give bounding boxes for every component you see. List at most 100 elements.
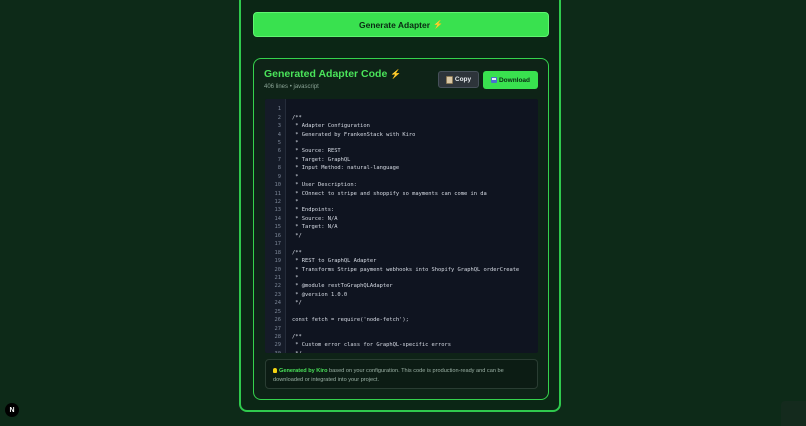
panel-title-text: Generated Adapter Code [264,68,388,80]
code-meta: 406 lines • javascript [264,84,319,90]
code-line: 24 */ [265,299,538,307]
line-number: 10 [274,182,282,189]
line-text: * Source: REST [292,148,341,155]
line-number: 25 [274,308,282,315]
code-line: 1 [265,105,538,113]
line-text: /** [292,114,302,121]
line-text: * COnnect to stripe and shoppify so maym… [292,190,487,197]
line-text: /** [292,334,302,341]
line-text: * Endpoints: [292,207,335,214]
bolt-icon: ⚡ [433,20,443,29]
line-text: * Generated by FrankenStack with Kiro [292,131,416,138]
line-number: 19 [274,258,282,265]
line-text: * Source: N/A [292,215,338,222]
line-number: 6 [277,148,281,155]
code-line: 15 * Target: N/A [265,223,538,231]
line-text: */ [292,351,302,353]
line-number: 30 [265,351,282,353]
line-text: */ [292,300,302,307]
code-line: 3 * Adapter Configuration [265,122,538,130]
line-number: 2 [277,114,281,121]
line-number: 27 [274,325,282,332]
note-text-2: downloaded or integrated into your proje… [273,376,380,383]
line-number: 24 [274,300,282,307]
lightbulb-icon [273,368,277,374]
code-line: 5 * [265,139,538,147]
line-number: 21 [274,274,282,281]
floppy-disk-icon [490,77,497,83]
line-text: * Target: N/A [292,224,338,231]
code-line: 23 * @version 1.0.0 [265,291,538,299]
line-number: 26 [274,317,282,324]
code-language: javascript [293,84,319,90]
generate-adapter-button[interactable]: Generate Adapter ⚡ [253,12,549,37]
line-number: 15 [274,224,282,231]
meta-separator: • [289,84,292,90]
code-line: 13 * Endpoints: [265,206,538,214]
line-text: * @module restToGraphQLAdapter [292,283,393,290]
code-line: 2 /** [265,113,538,121]
code-line: 28 /** [265,333,538,341]
line-number: 23 [274,291,282,298]
note-text-1: based on your configuration. This code i… [327,368,504,374]
code-line: 30 */ [265,350,538,353]
code-line: 6 * Source: REST [265,147,538,155]
copy-label: Copy [454,76,472,83]
generate-adapter-label: Generate Adapter [359,19,431,30]
line-number: 3 [277,123,281,130]
code-line: 10 * User Description: [265,181,538,189]
line-text: * Input Method: natural-language [292,165,400,172]
line-number: 13 [274,207,282,214]
code-line: 29 * Custom error class for GraphQL-spec… [265,341,538,349]
line-text: /** [292,249,302,256]
line-number: 1 [277,106,281,113]
line-number: 18 [274,249,282,256]
code-line: 4 * Generated by FrankenStack with Kiro [265,130,538,138]
line-number: 12 [274,199,282,206]
code-line: 14 * Source: N/A [265,215,538,223]
code-line: 11 * COnnect to stripe and shoppify so m… [265,189,538,197]
code-line: 16 */ [265,232,538,240]
line-text: const fetch = require('node-fetch'); [292,317,409,324]
line-number: 22 [274,283,282,290]
download-label: Download [498,76,531,84]
line-number: 14 [274,215,282,222]
code-line: 19 * REST to GraphQL Adapter [265,257,538,265]
line-text: * [292,173,299,180]
copy-button[interactable]: Copy [438,71,479,88]
code-line: 22 * @module restToGraphQLAdapter [265,282,538,290]
code-lines: 1 2/** 3 * Adapter Configuration 4 * Genera… [265,105,538,353]
line-text: * [292,199,299,206]
line-number: 4 [277,131,281,138]
line-count: 406 lines [264,84,289,90]
clipboard-icon [445,75,453,84]
line-text: * Target: GraphQL [292,156,351,163]
code-line: 25 [265,308,538,316]
line-text: * Transforms Stripe payment webhooks int… [292,266,520,273]
line-text: */ [292,232,302,239]
line-text: * [292,139,299,146]
line-number: 16 [274,232,282,239]
generated-code-panel: Generated Adapter Code ⚡ 406 lines • jav… [253,58,549,400]
code-line: 26 const fetch = require('node-fetch'); [265,316,538,324]
code-line: 9 * [265,173,538,181]
line-number: 5 [277,139,281,146]
line-text: * @version 1.0.0 [292,291,348,298]
line-text: * Custom error class for GraphQL-specifi… [292,342,452,349]
line-text: * Adapter Configuration [292,123,370,130]
dev-tools-badge[interactable]: N [5,403,19,417]
code-line: 8 * Input Method: natural-language [265,164,538,172]
line-number: 17 [274,241,282,248]
line-number: 29 [274,342,282,349]
line-number: 20 [274,266,282,273]
line-number: 9 [277,173,281,180]
code-line: 17 [265,240,538,248]
code-line: 18 /** [265,248,538,256]
code-line: 7 * Target: GraphQL [265,156,538,164]
line-number: 8 [277,165,281,172]
download-button[interactable]: Download [483,71,538,89]
line-text: * User Description: [292,182,357,189]
code-line: 21 * [265,274,538,282]
corner-widget[interactable] [781,401,806,426]
code-viewer[interactable]: 1 2/** 3 * Adapter Configuration 4 * Genera… [265,99,538,353]
